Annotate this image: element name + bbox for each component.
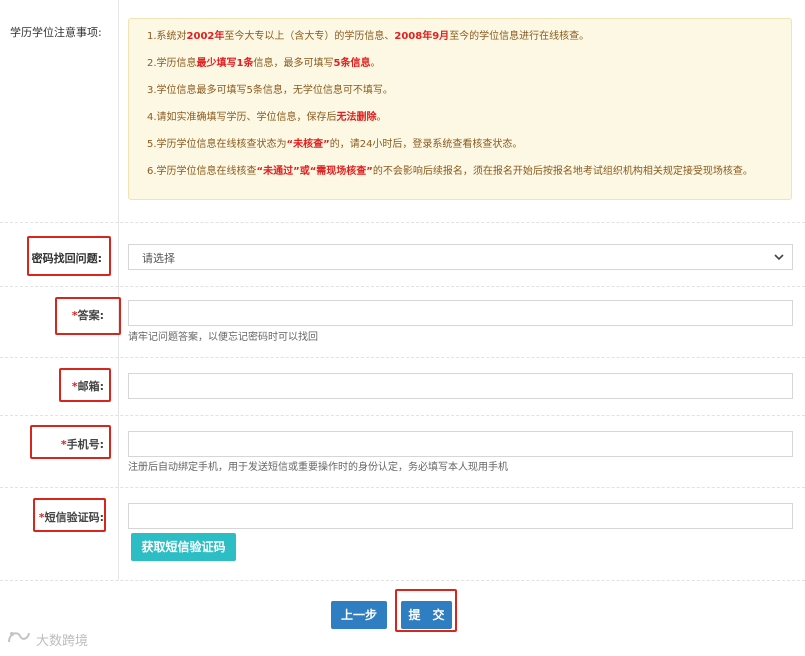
notice-text: 3.学位信息最多可填写5条信息，无学位信息可不填写。 (147, 85, 393, 96)
notice-text: 至今的学位信息进行在线核查。 (449, 31, 590, 42)
notice-text: 5.学历学位信息在线核查状态为 (147, 139, 287, 150)
notice-text: 。 (370, 58, 381, 69)
watermark: 大数跨境 (6, 628, 88, 650)
notice-line: 2.学历信息最少填写1条信息，最多可填写5条信息。 (147, 56, 791, 83)
notice-text: 至今大专以上（含大专）的学历信息、 (224, 31, 395, 42)
phone-field[interactable] (128, 431, 793, 457)
prev-step-button[interactable]: 上一步 (331, 601, 387, 629)
sms-code-field[interactable] (128, 503, 793, 529)
notice-text: 。 (376, 112, 387, 123)
notice-highlight: 2002年 (186, 31, 225, 42)
notice-label: 学历学位注意事项: (10, 26, 102, 39)
sms-code-label: *短信验证码: (36, 509, 104, 525)
phone-label: *手机号: (36, 436, 104, 452)
sms-code-input[interactable] (129, 504, 792, 528)
watermark-logo-icon (6, 628, 32, 650)
email-label: *邮箱: (60, 378, 104, 394)
notice-line: 4.请如实准确填写学历、学位信息，保存后无法删除。 (147, 110, 791, 137)
notice-text: 4.请如实准确填写学历、学位信息，保存后 (147, 112, 337, 123)
answer-hint: 请牢记问题答案，以便忘记密码时可以找回 (128, 332, 318, 343)
security-question-selected: 请选择 (142, 252, 175, 265)
notice-highlight: 最少填写1条 (196, 58, 254, 69)
notice-line: 1.系统对2002年至今大专以上（含大专）的学历信息、2008年9月至今的学位信… (147, 29, 791, 56)
watermark-text: 大数跨境 (36, 633, 89, 649)
answer-field[interactable] (128, 300, 793, 326)
notice-highlight: “未核查” (286, 139, 330, 150)
notice-text: 2.学历信息 (147, 58, 197, 69)
notice-line: 3.学位信息最多可填写5条信息，无学位信息可不填写。 (147, 83, 791, 110)
notice-highlight: “未通过”或“需现场核查” (256, 166, 373, 177)
email-field[interactable] (128, 373, 793, 399)
notice-line: 5.学历学位信息在线核查状态为“未核查”的，请24小时后，登录系统查看核查状态。 (147, 137, 791, 164)
notice-highlight: 2008年9月 (394, 31, 450, 42)
notice-text: 的，请24小时后，登录系统查看核查状态。 (329, 139, 523, 150)
submit-button[interactable]: 提 交 (401, 601, 452, 629)
notice-highlight: 无法删除 (336, 112, 377, 123)
phone-input[interactable] (129, 432, 792, 456)
answer-label: *答案: (60, 307, 104, 323)
sms-code-label-text: 短信验证码: (44, 511, 104, 524)
email-label-text: 邮箱: (77, 380, 104, 393)
answer-input[interactable] (129, 301, 792, 325)
notice-text: 6.学历学位信息在线核查 (147, 166, 257, 177)
chevron-down-icon (772, 248, 786, 269)
security-question-select[interactable]: 请选择 (128, 244, 793, 270)
notice-box: 1.系统对2002年至今大专以上（含大专）的学历信息、2008年9月至今的学位信… (128, 18, 792, 200)
answer-label-text: 答案: (77, 309, 104, 322)
notice-text: 1.系统对 (147, 31, 187, 42)
phone-hint: 注册后自动绑定手机，用于发送短信或重要操作时的身份认定，务必填写本人现用手机 (128, 462, 508, 473)
security-question-label: 密码找回问题: (31, 252, 102, 265)
phone-label-text: 手机号: (66, 438, 104, 451)
email-input[interactable] (129, 374, 792, 398)
notice-text: 信息，最多可填写 (253, 58, 334, 69)
get-sms-code-button[interactable]: 获取短信验证码 (131, 533, 236, 561)
notice-text: 的不会影响后续报名，须在报名开始后按报名地考试组织机构相关规定接受现场核查。 (372, 166, 753, 177)
notice-highlight: 5条信息 (333, 58, 371, 69)
notice-line: 6.学历学位信息在线核查“未通过”或“需现场核查”的不会影响后续报名，须在报名开… (147, 164, 791, 191)
